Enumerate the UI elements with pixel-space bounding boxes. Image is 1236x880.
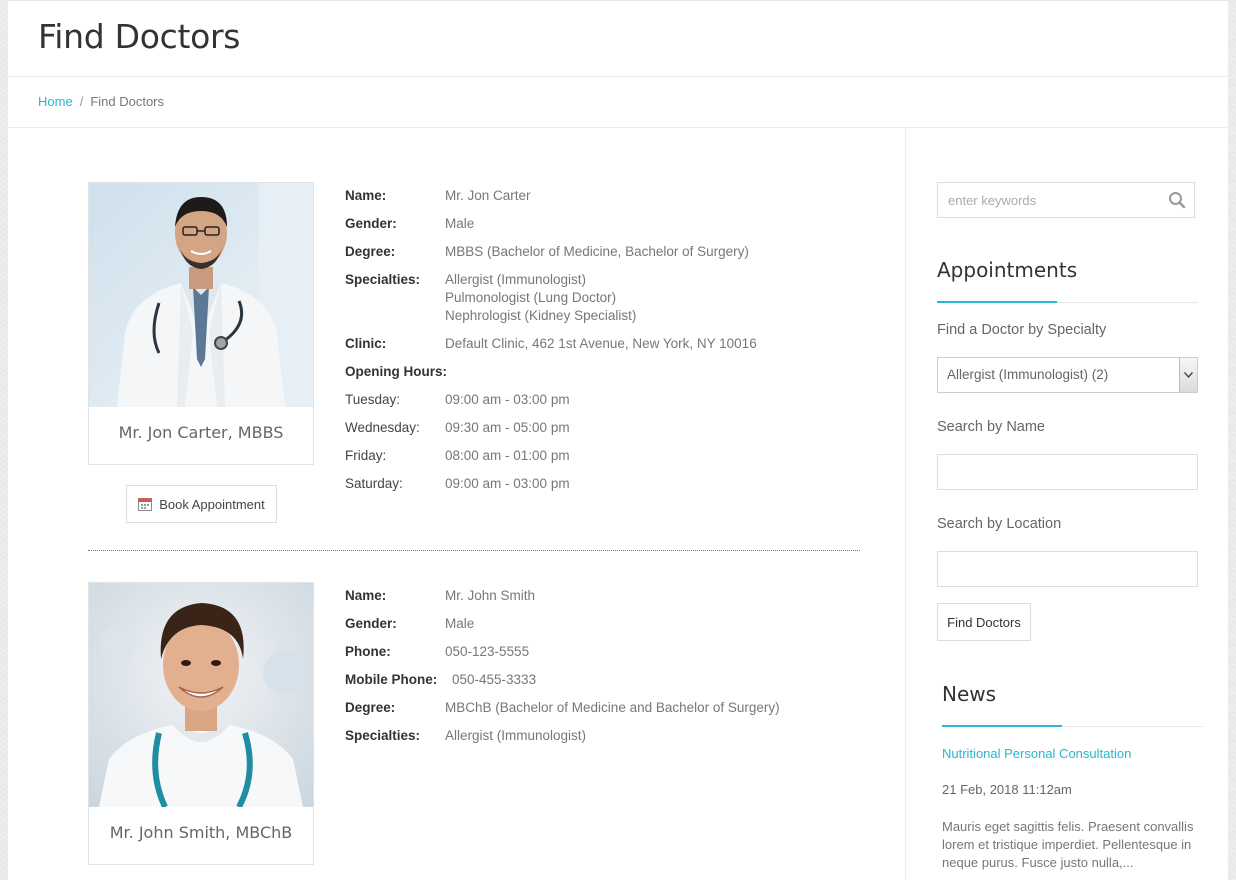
specialty-select[interactable]: Allergist (Immunologist) (2)	[937, 357, 1198, 393]
page: Find Doctors Home / Find Doctors Mr. Jon…	[8, 0, 1228, 880]
page-title: Find Doctors	[38, 17, 241, 56]
detail-label: Phone:	[345, 644, 391, 659]
book-appointment-button[interactable]: Book Appointment	[126, 485, 277, 523]
keyword-search	[937, 182, 1195, 218]
breadcrumb-home-link[interactable]: Home	[38, 94, 73, 109]
chevron-down-icon[interactable]	[1179, 358, 1197, 392]
detail-value-list: Allergist (Immunologist) Pulmonologist (…	[445, 266, 636, 330]
doctor-caption: Mr. John Smith, MBChB	[109, 823, 293, 842]
hours-row: Friday: 08:00 am - 01:00 pm	[345, 442, 865, 470]
keyword-search-input[interactable]	[938, 183, 1158, 217]
doctor-details: Name: Mr. Jon Carter Gender: Male Degree…	[345, 182, 865, 498]
doctor-photo	[89, 183, 313, 407]
detail-value: Allergist (Immunologist)	[445, 728, 587, 743]
specialty-selected-value: Allergist (Immunologist) (2)	[947, 367, 1109, 382]
detail-value: Default Clinic, 462 1st Avenue, New York…	[445, 336, 757, 351]
appointments-title-rule	[937, 301, 1198, 303]
detail-value: Male	[445, 616, 475, 631]
specialty-item: Pulmonologist (Lung Doctor)	[445, 290, 617, 305]
book-appointment-label: Book Appointment	[159, 496, 265, 512]
breadcrumb-separator: /	[79, 94, 84, 109]
detail-row-opening-hours: Opening Hours:	[345, 358, 865, 386]
detail-row-phone: Phone: 050-123-5555	[345, 638, 865, 666]
breadcrumb: Home / Find Doctors	[8, 77, 1228, 128]
hours-row: Tuesday: 09:00 am - 03:00 pm	[345, 386, 865, 414]
find-doctors-button[interactable]: Find Doctors	[937, 603, 1031, 641]
detail-value: Mr. Jon Carter	[445, 188, 531, 203]
doctor-divider	[88, 550, 860, 551]
news-title-rule	[942, 725, 1203, 727]
doctor-photo	[89, 583, 313, 807]
hours-time: 09:00 am - 03:00 pm	[445, 392, 570, 407]
detail-row-gender: Gender: Male	[345, 210, 865, 238]
detail-label: Specialties:	[345, 272, 421, 287]
specialty-item: Allergist (Immunologist)	[445, 272, 587, 287]
detail-value: Mr. John Smith	[445, 588, 536, 603]
hours-day: Friday:	[345, 448, 387, 463]
hours-row: Saturday: 09:00 am - 03:00 pm	[345, 470, 865, 498]
detail-label: Opening Hours:	[345, 364, 447, 379]
hours-time: 09:00 am - 03:00 pm	[445, 476, 570, 491]
hours-time: 08:00 am - 01:00 pm	[445, 448, 570, 463]
detail-value: 050-123-5555	[445, 644, 530, 659]
detail-label: Name:	[345, 588, 387, 603]
news-title: News	[942, 682, 997, 706]
doctor-caption: Mr. Jon Carter, MBBS	[118, 423, 284, 442]
detail-row-gender: Gender: Male	[345, 610, 865, 638]
news-item-date: 21 Feb, 2018 11:12am	[942, 782, 1072, 797]
detail-label: Degree:	[345, 244, 396, 259]
detail-label: Degree:	[345, 700, 396, 715]
doctor-card: Mr. Jon Carter, MBBS Book Appointment Na…	[88, 182, 860, 532]
detail-label: Mobile Phone:	[345, 672, 438, 687]
detail-row-degree: Degree: MBChB (Bachelor of Medicine and …	[345, 694, 865, 722]
detail-row-mobile-phone: Mobile Phone: 050-455-3333	[345, 666, 865, 694]
calendar-icon	[138, 497, 153, 511]
detail-label: Specialties:	[345, 728, 421, 743]
doctor-card: Mr. John Smith, MBChB Name: Mr. John Smi…	[88, 582, 860, 880]
hours-time: 09:30 am - 05:00 pm	[445, 420, 570, 435]
detail-value: MBChB (Bachelor of Medicine and Bachelor…	[445, 700, 780, 715]
location-search-input[interactable]	[937, 551, 1198, 587]
doctor-details: Name: Mr. John Smith Gender: Male Phone:…	[345, 582, 865, 750]
doctor-photo-card: Mr. John Smith, MBChB	[88, 582, 314, 865]
detail-value: MBBS (Bachelor of Medicine, Bachelor of …	[445, 244, 749, 259]
name-search-input[interactable]	[937, 454, 1198, 490]
detail-row-clinic: Clinic: Default Clinic, 462 1st Avenue, …	[345, 330, 865, 358]
hours-row: Wednesday: 09:30 am - 05:00 pm	[345, 414, 865, 442]
specialty-item: Nephrologist (Kidney Specialist)	[445, 308, 637, 323]
detail-label: Gender:	[345, 616, 397, 631]
hours-day: Tuesday:	[345, 392, 401, 407]
detail-label: Gender:	[345, 216, 397, 231]
hours-day: Wednesday:	[345, 420, 420, 435]
detail-row-specialties: Specialties: Allergist (Immunologist)	[345, 722, 865, 750]
name-search-label: Search by Name	[937, 419, 1045, 435]
breadcrumb-current: Find Doctors	[90, 94, 165, 109]
detail-value: Male	[445, 216, 475, 231]
detail-row-degree: Degree: MBBS (Bachelor of Medicine, Bach…	[345, 238, 865, 266]
specialty-label: Find a Doctor by Specialty	[937, 322, 1107, 338]
appointments-title: Appointments	[937, 258, 1078, 282]
location-search-label: Search by Location	[937, 516, 1062, 532]
detail-row-name: Name: Mr. Jon Carter	[345, 182, 865, 210]
doctor-photo-card: Mr. Jon Carter, MBBS	[88, 182, 314, 465]
title-accent	[937, 301, 1057, 303]
hours-day: Saturday:	[345, 476, 403, 491]
detail-row-name: Name: Mr. John Smith	[345, 582, 865, 610]
news-item-excerpt: Mauris eget sagittis felis. Praesent con…	[942, 819, 1194, 870]
detail-row-specialties: Specialties: Allergist (Immunologist) Pu…	[345, 266, 865, 330]
sidebar: Appointments Find a Doctor by Specialty …	[906, 128, 1228, 880]
page-header: Find Doctors	[8, 0, 1228, 77]
detail-label: Clinic:	[345, 336, 387, 351]
news-item-title-link[interactable]: Nutritional Personal Consultation	[942, 746, 1131, 761]
doctor-list: Mr. Jon Carter, MBBS Book Appointment Na…	[8, 128, 906, 880]
detail-value: 050-455-3333	[452, 672, 537, 687]
search-icon[interactable]	[1168, 191, 1186, 209]
title-accent	[942, 725, 1062, 727]
detail-label: Name:	[345, 188, 387, 203]
